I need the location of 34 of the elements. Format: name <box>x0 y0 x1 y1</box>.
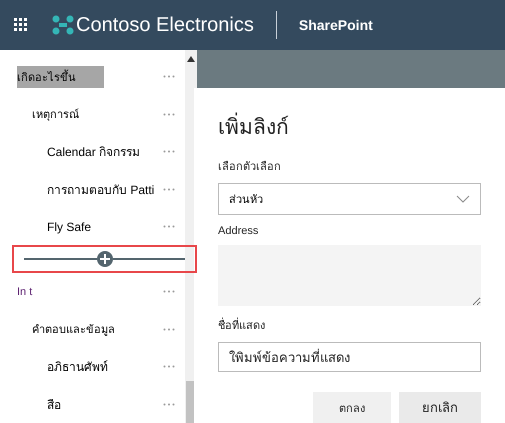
add-icon[interactable] <box>96 251 112 268</box>
nav-link[interactable]: In t <box>17 286 32 298</box>
more-icon[interactable] <box>163 112 175 116</box>
option-dropdown[interactable]: ส่วนหัว <box>218 183 481 215</box>
nav-link[interactable]: อภิธานศัพท์ <box>47 357 108 376</box>
more-icon[interactable] <box>163 150 175 154</box>
nav-link[interactable]: การถามตอบกับ Patti <box>47 180 154 199</box>
nav-link[interactable]: สือ <box>47 394 61 414</box>
scroll-up-icon[interactable] <box>187 56 195 62</box>
dialog-title: เพิ่มลิงก์ <box>218 110 481 143</box>
nav-link[interactable]: เกิดอะไรขึ้น <box>17 66 104 88</box>
nav-link[interactable]: เหตุการณ์ <box>32 105 79 124</box>
more-icon[interactable] <box>163 402 175 406</box>
nav-link[interactable]: Calendar กิจกรรม <box>47 142 140 162</box>
nav-link[interactable]: คำตอบและข้อมูล <box>32 320 115 338</box>
ok-button[interactable]: ตกลง <box>313 392 391 423</box>
logo-icon <box>52 15 74 35</box>
app-launcher-icon[interactable] <box>14 18 28 32</box>
more-icon[interactable] <box>163 365 175 368</box>
site-name[interactable]: Contoso Electronics <box>76 14 254 36</box>
more-icon[interactable] <box>163 225 175 228</box>
field-label: Address <box>218 224 260 237</box>
field-label: เลือกตัวเลือก <box>218 160 282 175</box>
app-name[interactable]: SharePoint <box>298 17 373 33</box>
nav-link[interactable]: Fly Safe <box>47 220 92 234</box>
cancel-button[interactable]: ยกเลิก <box>399 392 481 423</box>
address-field[interactable] <box>218 244 481 306</box>
chevron-down-icon <box>456 194 470 203</box>
field-label: ชื่อที่แสดง <box>218 316 481 334</box>
more-icon[interactable] <box>163 328 175 331</box>
display-name-field[interactable]: ใพิมพ์ข้อความที่แสดง <box>218 342 481 372</box>
more-icon[interactable] <box>163 290 175 294</box>
more-icon[interactable] <box>163 75 175 78</box>
more-icon[interactable] <box>163 188 175 191</box>
